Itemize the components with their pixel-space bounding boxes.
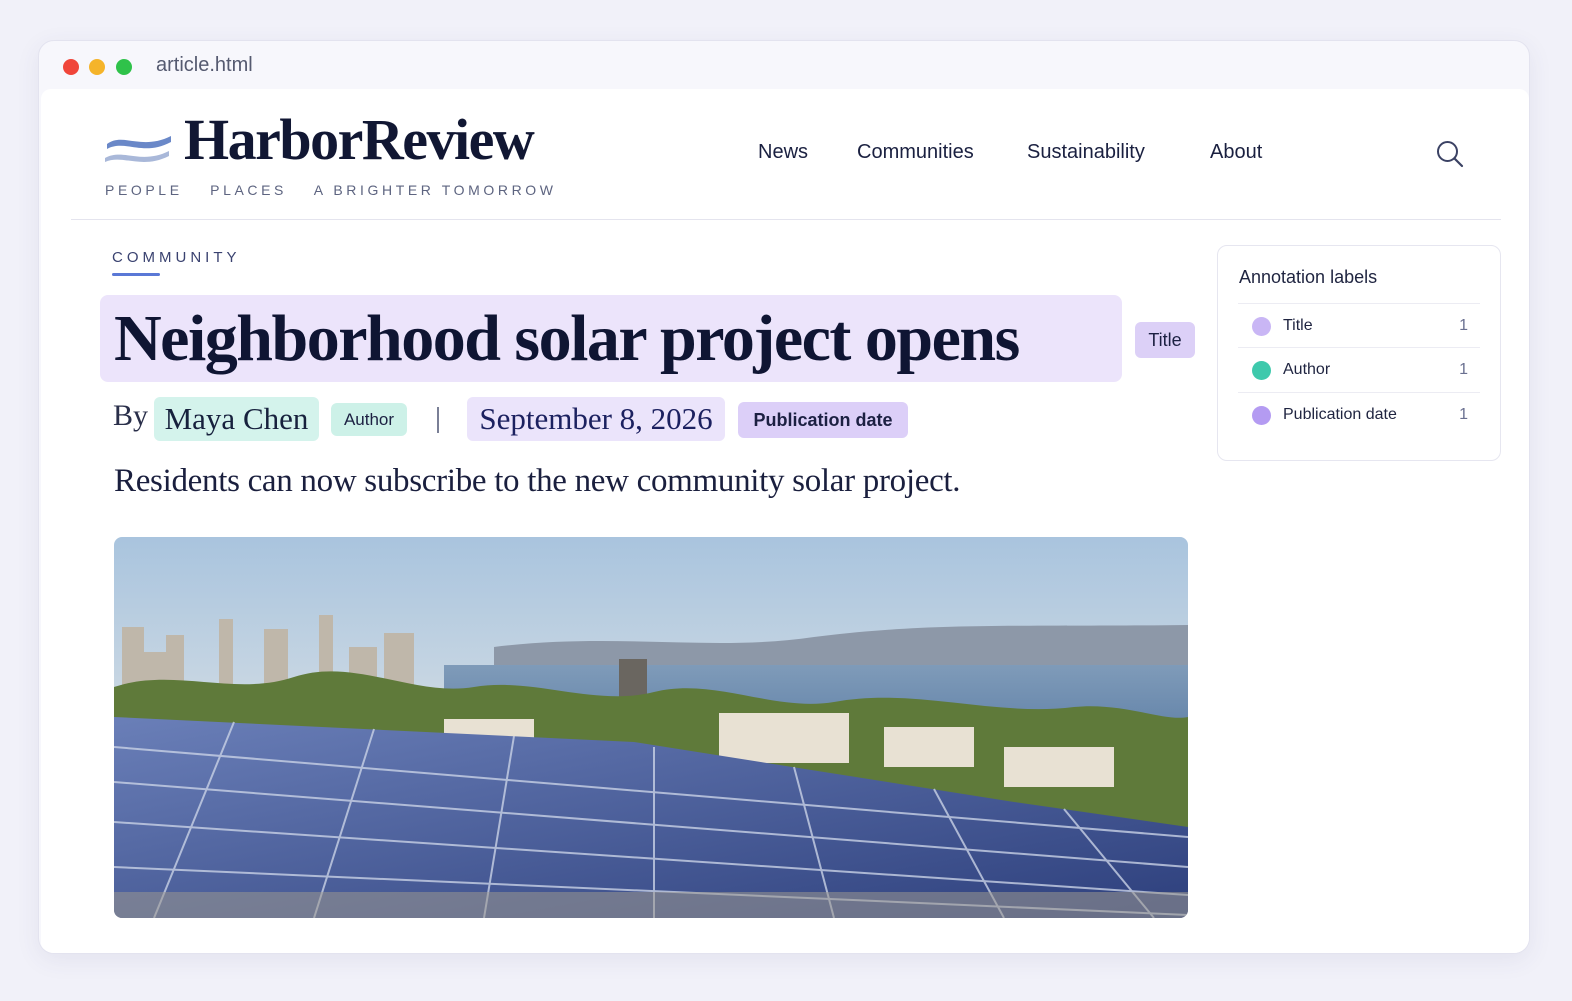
article-dek: Residents can now subscribe to the new c… <box>114 463 961 499</box>
color-swatch <box>1252 317 1271 336</box>
nav-item-about[interactable]: About <box>1210 141 1262 164</box>
panel-title: Annotation labels <box>1239 267 1378 287</box>
annotation-row-author[interactable]: Author 1 <box>1238 347 1480 391</box>
site-logo[interactable]: HarborReview <box>184 111 535 169</box>
site-tagline: PEOPLE PLACES A BRIGHTER TOMORROW <box>105 182 577 198</box>
page-content: HarborReview PEOPLE PLACES A BRIGHTER TO… <box>41 89 1529 953</box>
annotation-label: Author <box>1283 361 1331 378</box>
tagline-item: PEOPLE <box>105 182 183 198</box>
byline-prefix: By <box>113 399 149 432</box>
nav-item-sustainability[interactable]: Sustainability <box>1027 141 1145 164</box>
color-swatch <box>1252 361 1271 380</box>
category-underline <box>112 273 160 276</box>
title-annotation-badge[interactable]: Title <box>1135 322 1195 358</box>
minimize-window-button[interactable] <box>89 59 105 75</box>
browser-window: article.html HarborReview PEOPLE PLACES … <box>38 40 1530 954</box>
window-title: article.html <box>156 54 253 76</box>
hero-image <box>114 537 1188 918</box>
title-bar: article.html <box>39 41 1529 89</box>
header-divider <box>71 219 1501 220</box>
close-window-button[interactable] <box>63 59 79 75</box>
annotation-row-title[interactable]: Title 1 <box>1238 303 1480 347</box>
date-annotation-badge[interactable]: Publication date <box>738 402 908 438</box>
author-annotation-badge[interactable]: Author <box>331 403 407 436</box>
article-category[interactable]: COMMUNITY <box>112 249 241 266</box>
nav-item-news[interactable]: News <box>758 141 808 164</box>
tagline-item: A BRIGHTER TOMORROW <box>313 182 557 198</box>
publication-date: September 8, 2026 <box>467 397 725 441</box>
tagline-item: PLACES <box>210 182 287 198</box>
article-author: Maya Chen <box>154 397 319 441</box>
annotation-label: Title <box>1283 317 1313 334</box>
search-icon[interactable] <box>1435 139 1465 169</box>
annotation-label: Publication date <box>1283 406 1397 423</box>
maximize-window-button[interactable] <box>116 59 132 75</box>
article-title: Neighborhood solar project opens <box>114 302 1020 375</box>
byline-separator <box>437 407 439 433</box>
annotation-row-publication-date[interactable]: Publication date 1 <box>1238 392 1480 436</box>
nav-item-communities[interactable]: Communities <box>857 141 974 164</box>
wave-logo-icon <box>105 136 171 162</box>
color-swatch <box>1252 406 1271 425</box>
annotation-count: 1 <box>1459 406 1468 423</box>
annotation-count: 1 <box>1459 361 1468 378</box>
annotation-count: 1 <box>1459 317 1468 334</box>
annotation-panel: Annotation labels Title 1 Author 1 Publi… <box>1217 245 1501 461</box>
